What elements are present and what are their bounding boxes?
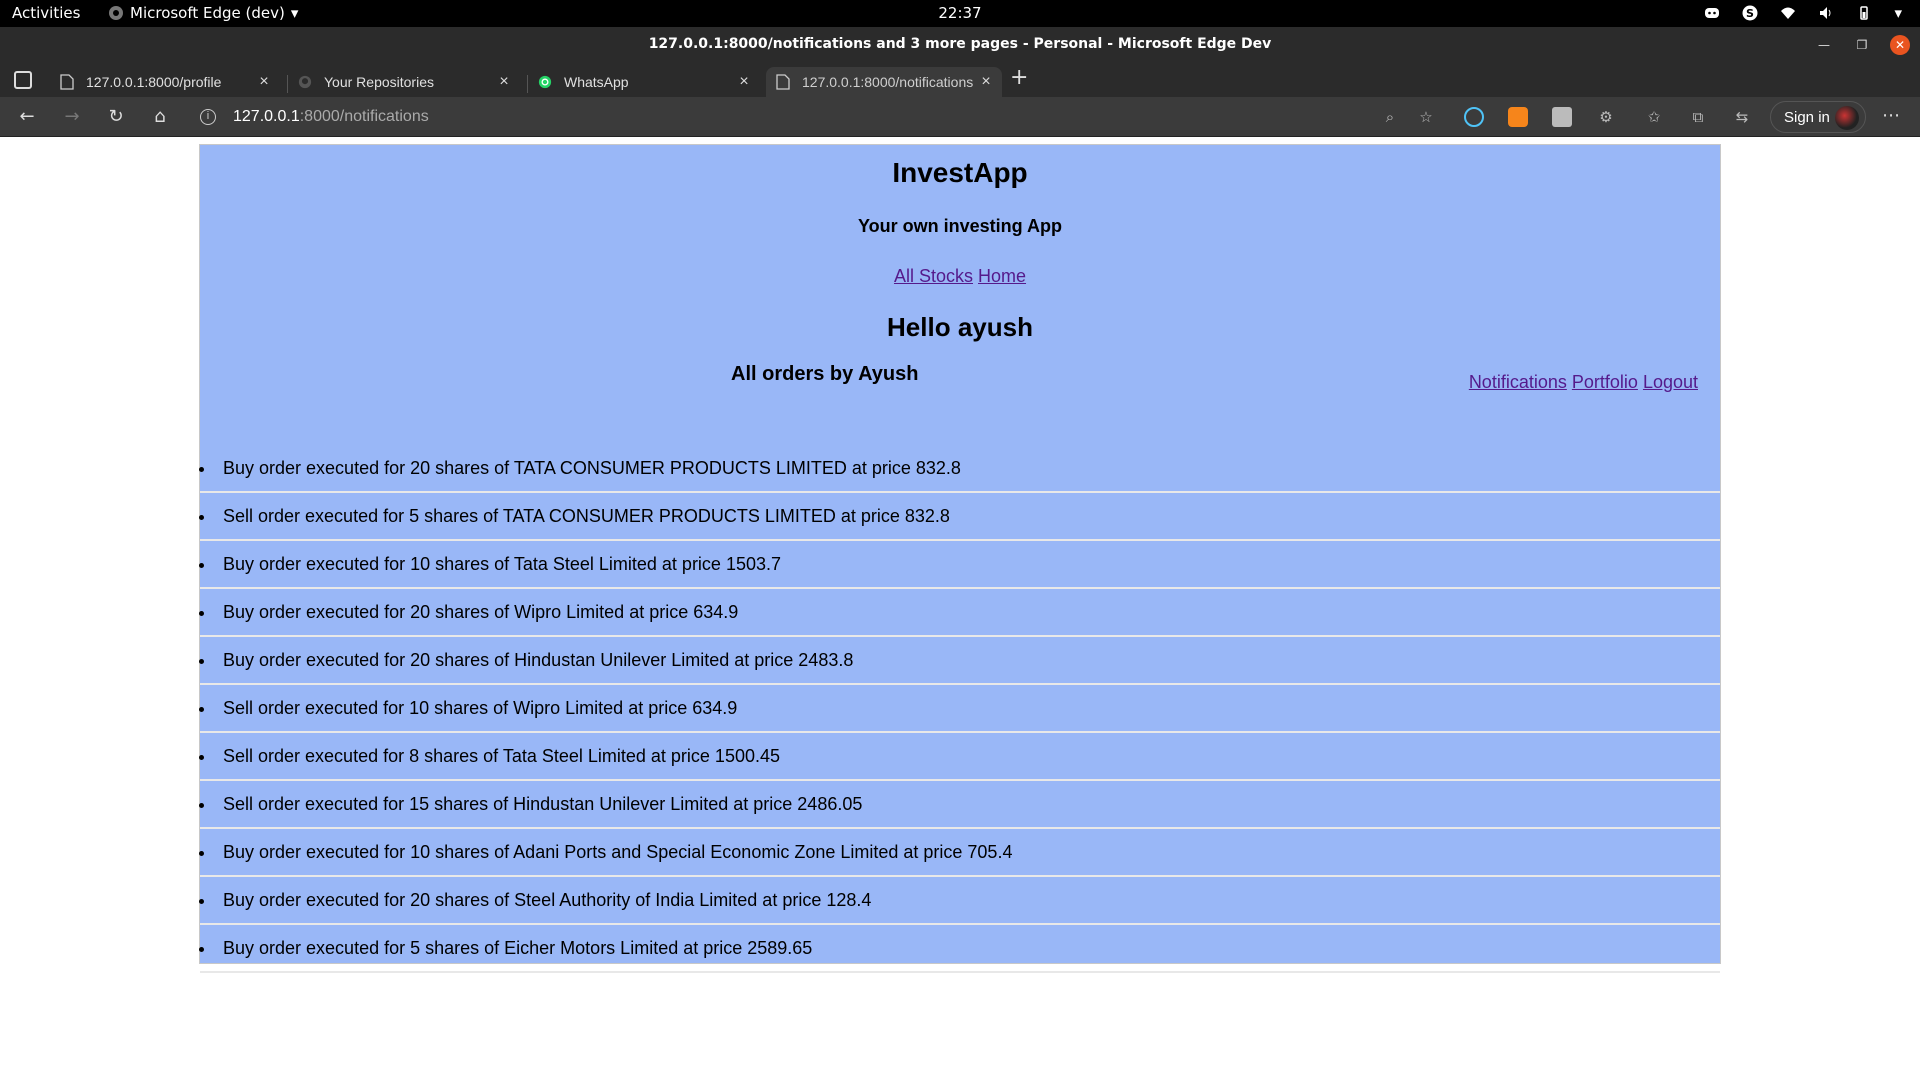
- window-title: 127.0.0.1:8000/notifications and 3 more …: [648, 36, 1272, 52]
- wifi-icon[interactable]: [1780, 5, 1796, 21]
- tab-label: Your Repositories: [324, 74, 434, 90]
- url-path: :8000/notifications: [299, 108, 429, 125]
- close-window-button[interactable]: ✕: [1890, 35, 1910, 55]
- logout-link[interactable]: Logout: [1643, 372, 1698, 392]
- new-tab-button[interactable]: +: [1010, 66, 1028, 90]
- address-url[interactable]: 127.0.0.1:8000/notifications: [233, 108, 429, 126]
- minimize-button[interactable]: —: [1814, 35, 1834, 55]
- home-button[interactable]: ⌂: [150, 107, 170, 127]
- window-title-bar: 127.0.0.1:8000/notifications and 3 more …: [0, 27, 1920, 63]
- extension-icon[interactable]: [1552, 107, 1572, 127]
- orders-title: All orders by Ayush: [731, 363, 919, 385]
- tab-your-repositories[interactable]: Your Repositories ×: [288, 67, 520, 97]
- brand-title: InvestApp: [892, 157, 1028, 188]
- sign-in-button[interactable]: Sign in: [1770, 101, 1866, 133]
- github-icon: [298, 75, 312, 89]
- home-link[interactable]: Home: [978, 266, 1026, 286]
- all-stocks-link[interactable]: All Stocks: [894, 266, 973, 286]
- list-item: Sell order executed for 10 shares of Wip…: [199, 685, 1720, 733]
- page-icon: [60, 74, 74, 90]
- chevron-down-icon: ▾: [290, 4, 299, 22]
- avatar: [1835, 106, 1859, 130]
- sign-in-label: Sign in: [1784, 108, 1830, 126]
- page-viewport: InvestApp Your own investing App All Sto…: [0, 138, 1920, 1080]
- list-item: Sell order executed for 15 shares of Hin…: [199, 781, 1720, 829]
- metamask-extension-icon[interactable]: [1508, 107, 1528, 127]
- notifications-link[interactable]: Notifications: [1469, 372, 1567, 392]
- tab-strip: 127.0.0.1:8000/profile × Your Repositori…: [0, 63, 1920, 97]
- address-bar[interactable]: i 127.0.0.1:8000/notifications: [188, 101, 1418, 133]
- tab-close-icon[interactable]: ×: [254, 73, 274, 91]
- battery-icon[interactable]: [1856, 5, 1872, 21]
- app-menu-label: Microsoft Edge (dev): [130, 4, 285, 22]
- list-item: Sell order executed for 8 shares of Tata…: [199, 733, 1720, 781]
- tab-whatsapp[interactable]: WhatsApp ×: [528, 67, 760, 97]
- list-item: Buy order executed for 10 shares of Adan…: [199, 829, 1720, 877]
- whatsapp-icon: [538, 75, 552, 89]
- investapp-container: InvestApp Your own investing App All Sto…: [199, 144, 1721, 973]
- more-options-icon[interactable]: ⋯: [1882, 105, 1900, 126]
- site-info-icon[interactable]: i: [200, 109, 216, 125]
- forward-button[interactable]: →: [62, 107, 82, 127]
- zoom-icon[interactable]: ⌕: [1380, 107, 1400, 127]
- url-host: 127.0.0.1: [233, 108, 300, 125]
- orders-list: Buy order executed for 20 shares of TATA…: [199, 445, 1720, 973]
- system-tray[interactable]: S ▾: [1704, 4, 1902, 22]
- skype-icon[interactable]: S: [1742, 5, 1758, 21]
- edge-dev-icon: [109, 6, 123, 20]
- extensions-icon[interactable]: ⚙: [1596, 107, 1616, 127]
- refresh-button[interactable]: ↻: [106, 107, 126, 127]
- volume-icon[interactable]: [1818, 5, 1834, 21]
- tab-actions-menu-icon[interactable]: [14, 71, 32, 89]
- system-top-bar: Activities Microsoft Edge (dev) ▾ 22:37 …: [0, 0, 1920, 27]
- favorites-icon[interactable]: ✩: [1644, 107, 1664, 127]
- list-item: Buy order executed for 20 shares of Wipr…: [199, 589, 1720, 637]
- app-menu[interactable]: Microsoft Edge (dev) ▾: [108, 4, 298, 22]
- tab-close-icon[interactable]: ×: [976, 73, 996, 91]
- greeting: Hello ayush: [887, 312, 1033, 342]
- svg-text:S: S: [1747, 7, 1755, 20]
- tagline: Your own investing App: [858, 216, 1062, 236]
- list-item: Buy order executed for 20 shares of TATA…: [199, 445, 1720, 493]
- main-nav: All Stocks Home: [200, 266, 1720, 287]
- list-item: Buy order executed for 5 shares of Eiche…: [199, 925, 1720, 973]
- share-icon[interactable]: ⇆: [1732, 107, 1752, 127]
- browser-toolbar: ← → ↻ ⌂ i 127.0.0.1:8000/notifications ⌕…: [0, 97, 1920, 137]
- user-nav: Notifications Portfolio Logout: [1469, 372, 1698, 393]
- list-item: Buy order executed for 10 shares of Tata…: [199, 541, 1720, 589]
- collections-icon[interactable]: ⧉: [1688, 107, 1708, 127]
- tab-profile[interactable]: 127.0.0.1:8000/profile ×: [50, 67, 280, 97]
- list-item: Buy order executed for 20 shares of Hind…: [199, 637, 1720, 685]
- tab-close-icon[interactable]: ×: [734, 73, 754, 91]
- tab-label: 127.0.0.1:8000/profile: [86, 74, 222, 90]
- activities-button[interactable]: Activities: [12, 4, 80, 22]
- tab-notifications[interactable]: 127.0.0.1:8000/notifications ×: [766, 67, 1002, 97]
- tab-label: 127.0.0.1:8000/notifications: [802, 74, 974, 90]
- page-icon: [776, 74, 790, 90]
- window-controls: — ❐ ✕: [1814, 35, 1910, 55]
- list-item: Sell order executed for 5 shares of TATA…: [199, 493, 1720, 541]
- add-favorite-icon[interactable]: ☆: [1416, 107, 1436, 127]
- back-button[interactable]: ←: [17, 107, 37, 127]
- power-menu-chevron-icon[interactable]: ▾: [1894, 4, 1902, 22]
- restore-button[interactable]: ❐: [1852, 35, 1872, 55]
- tab-label: WhatsApp: [564, 74, 629, 90]
- extension-clock-icon[interactable]: [1464, 107, 1484, 127]
- portfolio-link[interactable]: Portfolio: [1572, 372, 1638, 392]
- list-item: Buy order executed for 20 shares of Stee…: [199, 877, 1720, 925]
- discord-icon[interactable]: [1704, 5, 1720, 21]
- tab-close-icon[interactable]: ×: [494, 73, 514, 91]
